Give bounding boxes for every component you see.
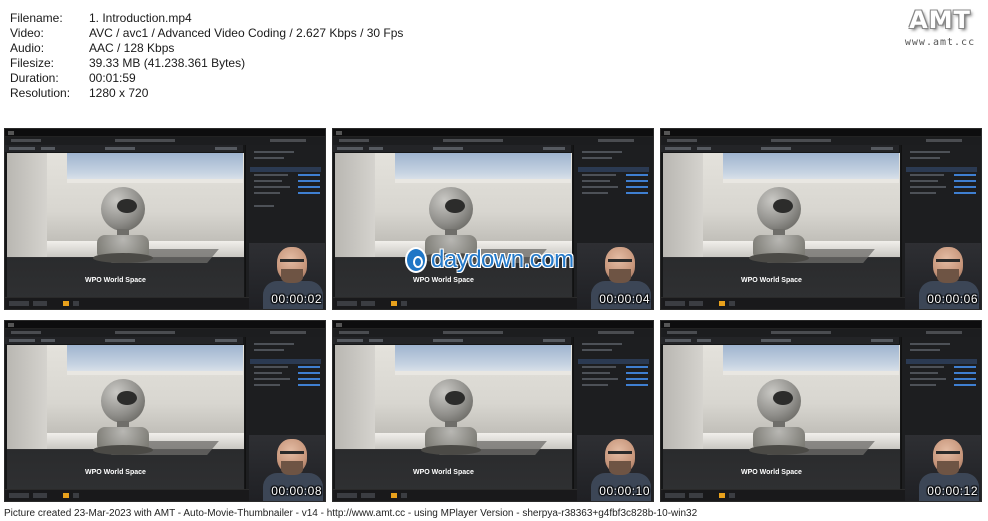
info-value: 00:01:59: [89, 71, 136, 85]
scene-label: WPO World Space: [413, 277, 474, 284]
timestamp: 00:00:06: [927, 292, 978, 306]
thumbnail-frame[interactable]: WPO World Space 00:00:02: [4, 128, 326, 310]
logo-url: www.amt.cc: [904, 37, 976, 48]
amt-logo: AMT www.amt.cc: [904, 6, 976, 48]
info-row-audio: Audio: AAC / 128 Kbps: [10, 41, 403, 56]
3d-viewport: WPO World Space: [335, 345, 572, 491]
app-menu-bar: [661, 329, 981, 337]
info-value: 1280 x 720: [89, 86, 149, 100]
thumbnail-frame[interactable]: WPO World Space 00:00:04: [332, 128, 654, 310]
thumbnail-frame[interactable]: WPO World Space 00:00:10: [332, 320, 654, 502]
footer-credit: Picture created 23-Mar-2023 with AMT - A…: [4, 508, 698, 519]
3d-viewport: WPO World Space: [663, 153, 900, 299]
app-menu-bar: [333, 137, 653, 145]
3d-viewport: WPO World Space: [335, 153, 572, 299]
timestamp: 00:00:10: [599, 484, 650, 498]
app-title-bar: [5, 129, 325, 137]
app-menu-bar: [5, 137, 325, 145]
info-label: Video:: [10, 26, 44, 40]
scene-label: WPO World Space: [741, 469, 802, 476]
3d-viewport: WPO World Space: [663, 345, 900, 491]
scene-label: WPO World Space: [413, 469, 474, 476]
app-title-bar: [661, 129, 981, 137]
scene-label: WPO World Space: [85, 277, 146, 284]
info-value: AAC / 128 Kbps: [89, 41, 175, 55]
timestamp: 00:00:02: [271, 292, 322, 306]
app-title-bar: [333, 321, 653, 329]
window-scene: [67, 153, 243, 183]
thumbnail-frame[interactable]: WPO World Space 00:00:12: [660, 320, 982, 502]
info-value: AVC / avc1 / Advanced Video Coding / 2.6…: [89, 26, 404, 40]
viewport-toolbar: [5, 145, 243, 152]
3d-viewport: WPO World Space: [7, 153, 244, 299]
info-row-video: Video: AVC / avc1 / Advanced Video Codin…: [10, 26, 403, 41]
info-row-duration: Duration: 00:01:59: [10, 71, 403, 86]
info-label: Filesize:: [10, 56, 55, 70]
robot-model: [93, 379, 153, 459]
viewport-toolbar: [333, 145, 571, 152]
app-menu-bar: [333, 329, 653, 337]
info-row-filesize: Filesize: 39.33 MB (41.238.361 Bytes): [10, 56, 403, 71]
watermark-text: daydown.com: [431, 246, 574, 273]
scene-label: WPO World Space: [741, 277, 802, 284]
viewport-toolbar: [661, 337, 899, 344]
info-value: 1. Introduction.mp4: [89, 11, 192, 25]
app-menu-bar: [5, 329, 325, 337]
viewport-toolbar: [661, 145, 899, 152]
info-label: Resolution:: [10, 86, 71, 100]
app-menu-bar: [661, 137, 981, 145]
window-scene: [395, 153, 571, 183]
robot-model: [749, 187, 809, 267]
thumbnail-frame[interactable]: WPO World Space 00:00:06: [660, 128, 982, 310]
watermark: daydown.com: [405, 246, 574, 274]
info-row-filename: Filename: 1. Introduction.mp4: [10, 11, 403, 26]
app-title-bar: [333, 129, 653, 137]
app-title-bar: [661, 321, 981, 329]
robot-model: [93, 187, 153, 267]
window-scene: [723, 153, 899, 183]
app-title-bar: [5, 321, 325, 329]
timestamp: 00:00:08: [271, 484, 322, 498]
window-scene: [723, 345, 899, 375]
info-label: Audio:: [10, 41, 45, 55]
info-label: Duration:: [10, 71, 59, 85]
info-row-resolution: Resolution: 1280 x 720: [10, 86, 403, 101]
robot-model: [749, 379, 809, 459]
file-info-block: Filename: 1. Introduction.mp4 Video: AVC…: [10, 11, 403, 101]
window-scene: [67, 345, 243, 375]
watermark-logo-icon: [405, 247, 427, 273]
timestamp: 00:00:12: [927, 484, 978, 498]
3d-viewport: WPO World Space: [7, 345, 244, 491]
viewport-toolbar: [5, 337, 243, 344]
robot-model: [421, 379, 481, 459]
viewport-toolbar: [333, 337, 571, 344]
scene-label: WPO World Space: [85, 469, 146, 476]
window-scene: [395, 345, 571, 375]
logo-mark: AMT: [909, 6, 971, 34]
thumbnail-frame[interactable]: WPO World Space 00:00:08: [4, 320, 326, 502]
info-value: 39.33 MB (41.238.361 Bytes): [89, 56, 246, 70]
info-label: Filename:: [10, 11, 63, 25]
timestamp: 00:00:04: [599, 292, 650, 306]
